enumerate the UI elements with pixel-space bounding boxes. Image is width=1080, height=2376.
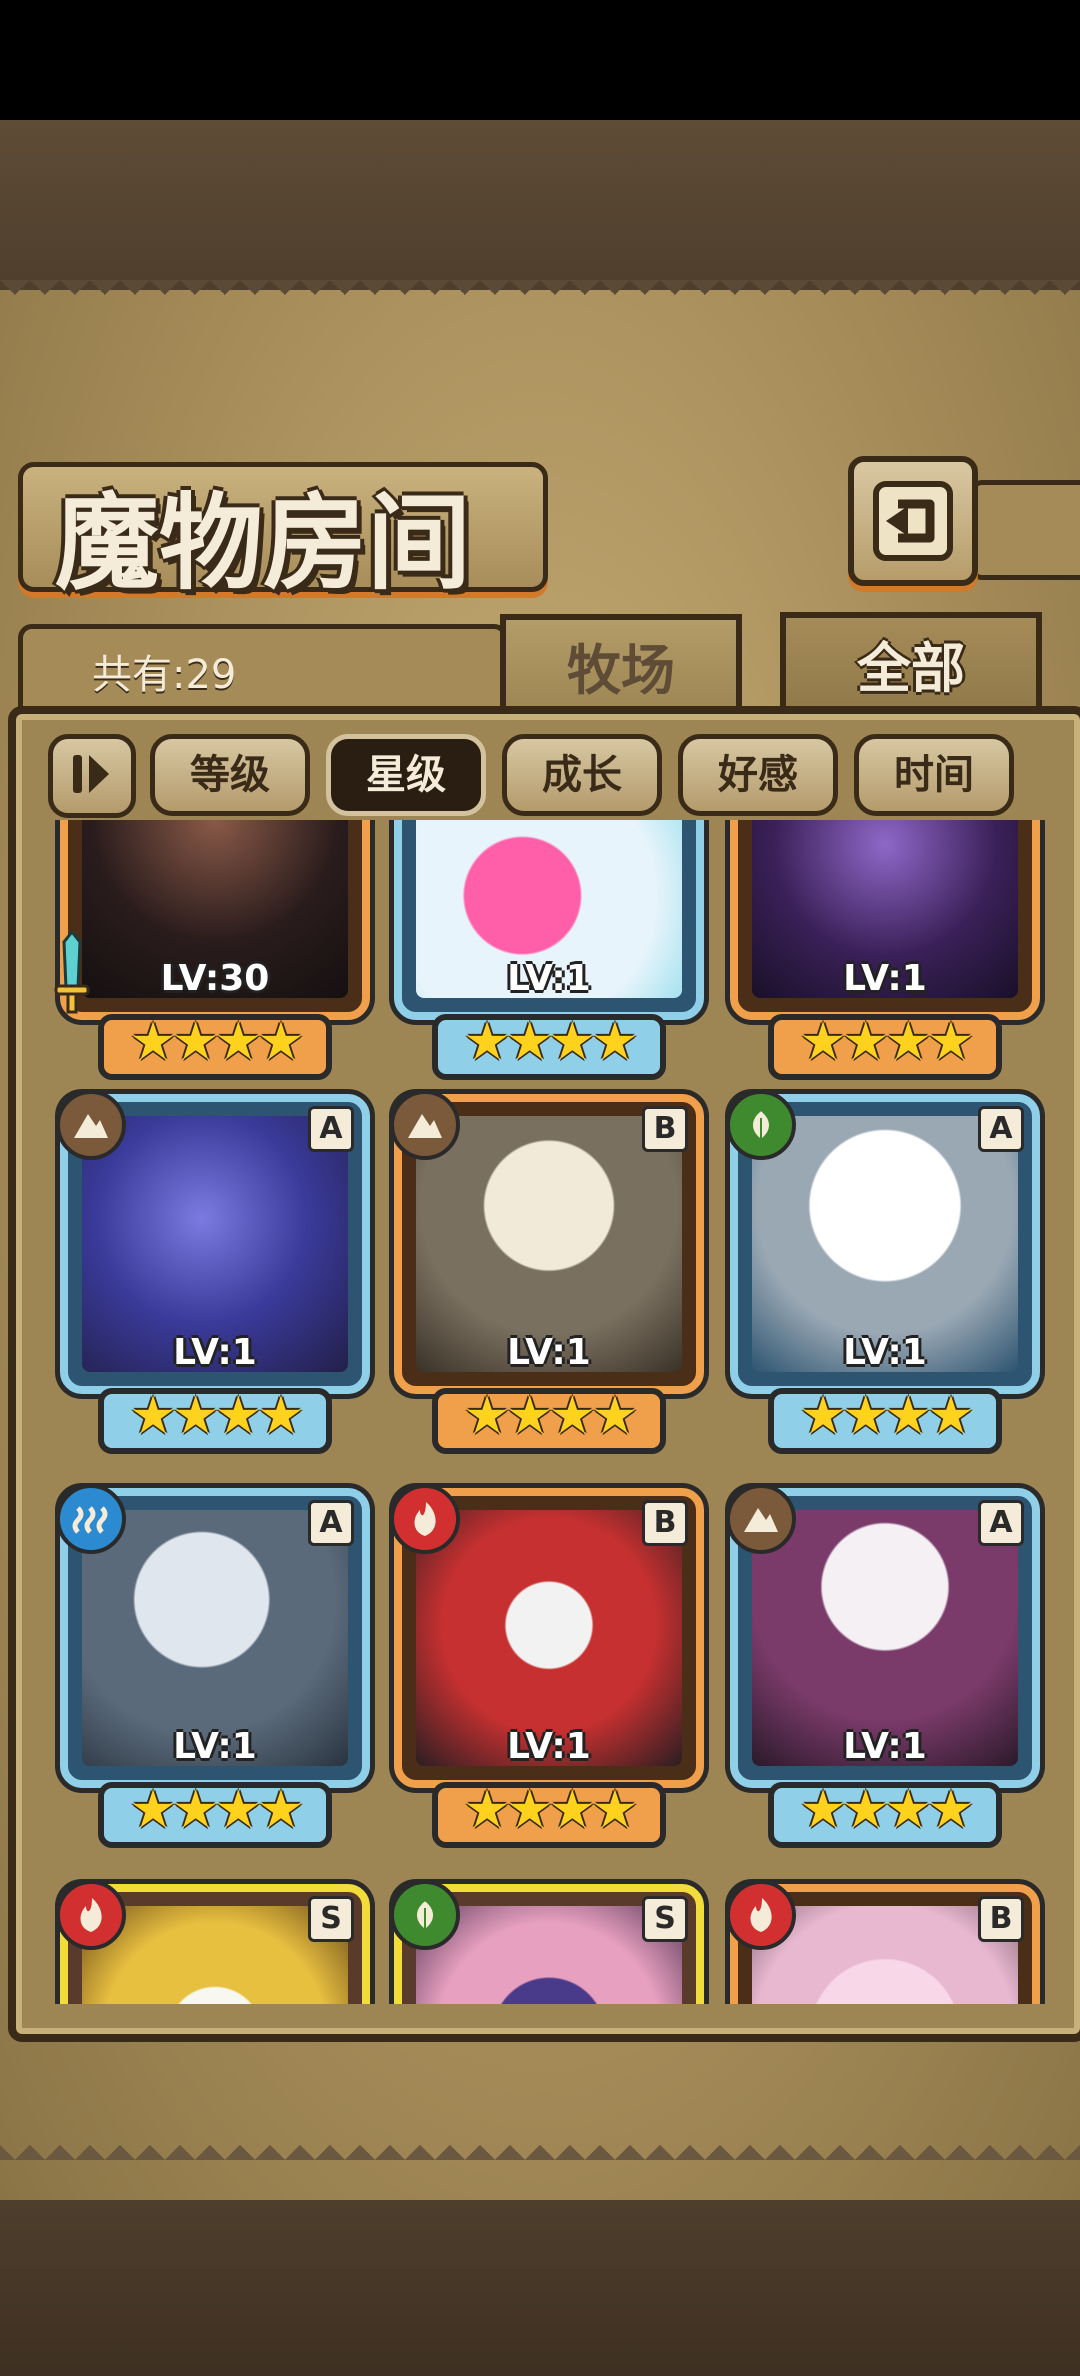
- rank-badge: B: [642, 1106, 688, 1152]
- monster-level: LV:30: [160, 958, 270, 999]
- sort-order-button[interactable]: [48, 734, 136, 818]
- earth-element-icon: [56, 1090, 126, 1160]
- sort-order-icon: [73, 755, 82, 793]
- monster-level: LV:1: [507, 958, 591, 999]
- rank-badge: A: [308, 1500, 354, 1546]
- filter-affection-button[interactable]: 好感: [678, 734, 838, 816]
- filter-star-button[interactable]: 星级: [326, 734, 486, 816]
- monster-stars: ★★★★: [129, 1012, 304, 1072]
- rank-badge: A: [978, 1106, 1024, 1152]
- monster-stars: ★★★★: [799, 1012, 974, 1072]
- monster-stars: ★★★★: [129, 1780, 304, 1840]
- monster-grid: LV:30 ★★★★ LV:1 ★★★★ LV:1 ★★★★ LV:1 ★★★★…: [30, 820, 1050, 2004]
- rank-badge: S: [308, 1896, 354, 1942]
- page-title: 魔物房间: [55, 481, 472, 604]
- return-icon: [873, 481, 953, 561]
- nature-element-icon: [726, 1090, 796, 1160]
- fire-element-icon: [56, 1880, 126, 1950]
- parchment-torn-edge-top: [0, 280, 1080, 310]
- earth-element-icon: [726, 1484, 796, 1554]
- monster-stars: ★★★★: [463, 1386, 638, 1446]
- monster-card[interactable]: LV:1 ★★★★ B: [390, 1090, 704, 1454]
- sword-icon: [54, 930, 90, 1014]
- monster-stars: ★★★★: [463, 1780, 638, 1840]
- monster-stars: ★★★★: [799, 1780, 974, 1840]
- fire-element-icon: [726, 1880, 796, 1950]
- monster-card[interactable]: LV:1 ★★★★ A: [56, 1090, 370, 1454]
- filter-time-button[interactable]: 时间: [854, 734, 1014, 816]
- rank-badge: A: [308, 1106, 354, 1152]
- monster-count: 共有:29: [92, 652, 237, 698]
- monster-card[interactable]: S: [390, 1880, 704, 2004]
- nature-element-icon: [390, 1880, 460, 1950]
- monster-card[interactable]: LV:1 ★★★★ B: [390, 1484, 704, 1848]
- back-button[interactable]: [848, 456, 978, 586]
- monster-level: LV:1: [843, 958, 927, 999]
- monster-level: LV:1: [843, 1726, 927, 1767]
- monster-stars: ★★★★: [463, 1012, 638, 1072]
- filter-level-button[interactable]: 等级: [150, 734, 310, 816]
- monster-card[interactable]: LV:1 ★★★★: [394, 820, 704, 1080]
- monster-card[interactable]: S: [56, 1880, 370, 2004]
- fire-element-icon: [390, 1484, 460, 1554]
- monster-stars: ★★★★: [799, 1386, 974, 1446]
- parchment-torn-edge-bottom: [0, 2130, 1080, 2160]
- back-button-rail: [970, 480, 1080, 580]
- monster-card[interactable]: LV:1 ★★★★ A: [726, 1484, 1040, 1848]
- monster-level: LV:1: [173, 1726, 257, 1767]
- monster-level: LV:1: [507, 1726, 591, 1767]
- monster-card[interactable]: LV:1 ★★★★: [730, 820, 1040, 1080]
- filter-growth-button[interactable]: 成长: [502, 734, 662, 816]
- background-map-bottom: [0, 2200, 1080, 2376]
- rank-badge: A: [978, 1500, 1024, 1546]
- monster-card[interactable]: LV:1 ★★★★ A: [56, 1484, 370, 1848]
- rank-badge: S: [642, 1896, 688, 1942]
- earth-element-icon: [390, 1090, 460, 1160]
- monster-card[interactable]: LV:1 ★★★★ A: [726, 1090, 1040, 1454]
- background-map-top: [0, 120, 1080, 290]
- monster-stars: ★★★★: [129, 1386, 304, 1446]
- monster-card[interactable]: B: [726, 1880, 1040, 2004]
- tab-ranch[interactable]: 牧场: [500, 614, 742, 716]
- water-element-icon: [56, 1484, 126, 1554]
- monster-level: LV:1: [507, 1332, 591, 1373]
- monster-level: LV:1: [843, 1332, 927, 1373]
- sort-order-arrow: [89, 755, 109, 793]
- monster-level: LV:1: [173, 1332, 257, 1373]
- status-bar-area: [0, 0, 1080, 120]
- rank-badge: B: [642, 1500, 688, 1546]
- rank-badge: B: [978, 1896, 1024, 1942]
- monster-card[interactable]: LV:30 ★★★★: [60, 820, 370, 1080]
